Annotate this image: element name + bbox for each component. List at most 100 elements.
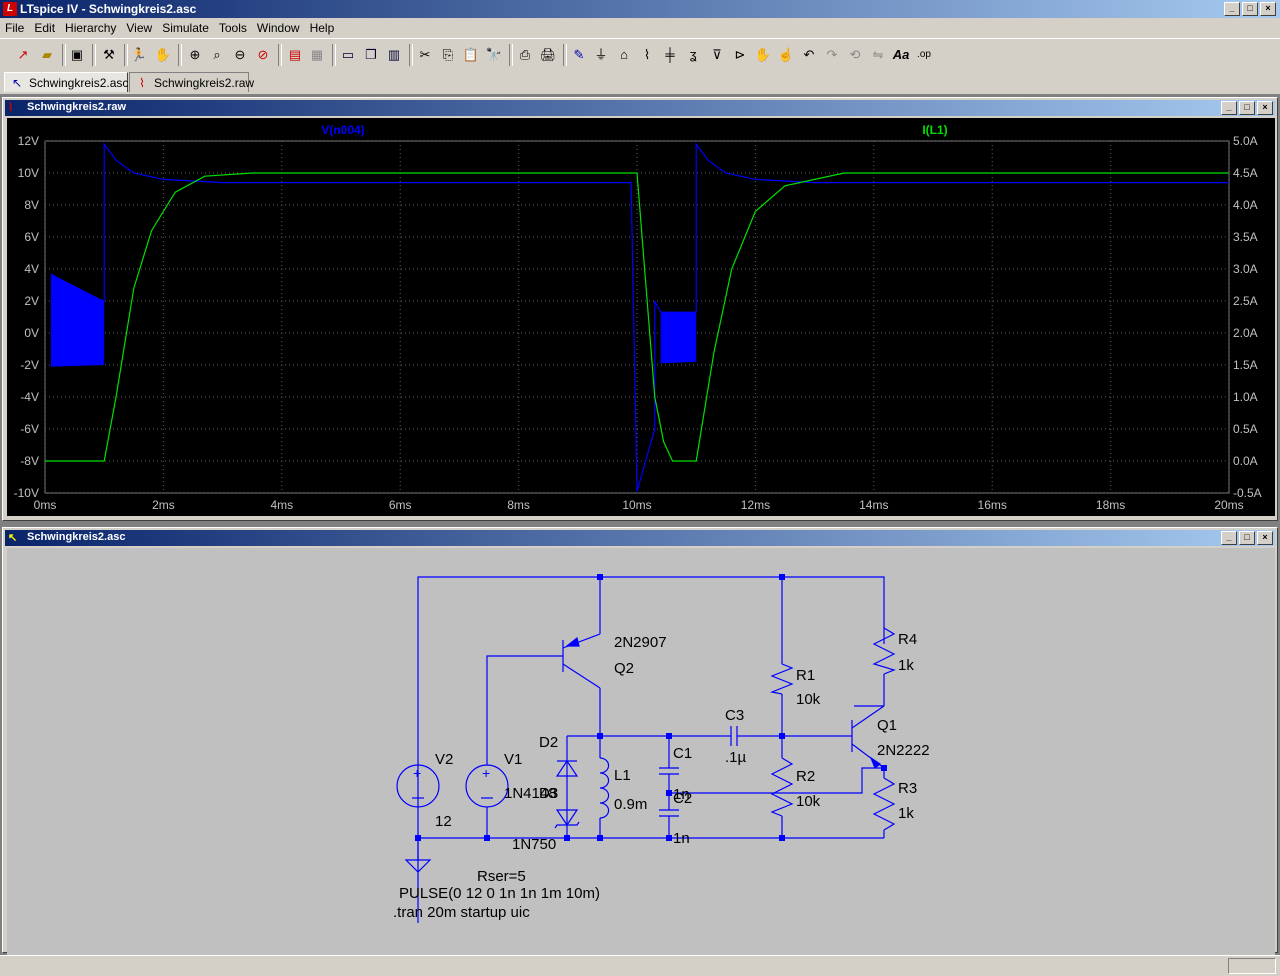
zoom-pan-icon[interactable]: ⌕	[206, 44, 228, 66]
y-left-tick-label: -8V	[20, 454, 39, 468]
paste-icon[interactable]: 📋	[460, 44, 482, 66]
c3-capacitor-symbol[interactable]	[721, 726, 747, 746]
c2-value: 1n	[673, 830, 690, 847]
toolbar-separator	[278, 44, 282, 66]
r3-resistor-symbol[interactable]	[872, 777, 896, 831]
l1-label: L1	[614, 767, 631, 784]
new-schematic-icon[interactable]: ↗	[12, 44, 34, 66]
waveform-window-title: Schwingkreis2.raw	[27, 101, 127, 113]
c3-value: .1µ	[725, 749, 747, 766]
tab-waveform[interactable]: ⌇ Schwingkreis2.raw	[129, 72, 254, 92]
mirror-icon[interactable]: ⇋	[867, 44, 889, 66]
maximize-button[interactable]: □	[1239, 531, 1255, 545]
q2-label: Q2	[614, 660, 634, 677]
y-left-tick-label: -2V	[20, 358, 39, 372]
schematic-canvas[interactable]: + + 2N2907 Q2 R4 1k R1 10k C3 .1µ Q1 2N2…	[7, 548, 1275, 968]
maximize-button[interactable]: □	[1239, 101, 1255, 115]
hammer-icon[interactable]: ⚒	[98, 44, 120, 66]
app-title: LTspice IV - Schwingkreis2.asc	[20, 2, 197, 16]
close-button[interactable]: ×	[1257, 101, 1273, 115]
c2-capacitor-symbol[interactable]	[659, 809, 679, 817]
c1-capacitor-symbol[interactable]	[659, 767, 679, 775]
tile-vertical-icon[interactable]: ▥	[383, 44, 405, 66]
fit-icon[interactable]: ▦	[306, 44, 328, 66]
tab-schematic[interactable]: ↖ Schwingkreis2.asc	[4, 72, 128, 92]
autorange-icon[interactable]: ▤	[284, 44, 306, 66]
waveform-chart[interactable]: 0ms 2ms 4ms 6ms 8ms 10ms 12ms 14ms 16ms 18ms 20ms …	[7, 118, 1275, 516]
menu-view[interactable]: View	[121, 21, 157, 35]
y-right-tick-label: 2.5A	[1233, 294, 1258, 308]
drag-icon[interactable]: ☝	[775, 44, 797, 66]
close-button[interactable]: ×	[1257, 531, 1273, 545]
r2-resistor-symbol[interactable]	[770, 757, 794, 817]
tran-directive[interactable]: .tran 20m startup uic	[393, 904, 530, 921]
waveform-window: ⌇ Schwingkreis2.raw _ □ × 0ms 2ms 4ms 6ms 8m…	[2, 97, 1278, 521]
trace-label-vn004[interactable]: V(n004)	[321, 123, 364, 137]
menu-window[interactable]: Window	[252, 21, 305, 35]
l1-inductor-symbol[interactable]	[599, 757, 610, 819]
zoom-out-icon[interactable]: ⊖	[229, 44, 251, 66]
y-left-tick-label: 10V	[18, 166, 39, 180]
y-right-tick-label: -0.5A	[1233, 486, 1262, 500]
minimize-button[interactable]: _	[1221, 101, 1237, 115]
menu-hierarchy[interactable]: Hierarchy	[60, 21, 121, 35]
spice-directive-icon[interactable]: .op	[913, 44, 935, 66]
menu-tools[interactable]: Tools	[214, 21, 252, 35]
maximize-button[interactable]: □	[1242, 2, 1258, 16]
minimize-button[interactable]: _	[1224, 2, 1240, 16]
minimize-button[interactable]: _	[1221, 531, 1237, 545]
tile-horizontal-icon[interactable]: ▭	[337, 44, 359, 66]
r1-resistor-symbol[interactable]	[769, 663, 794, 695]
v2-label: V2	[435, 751, 453, 768]
close-button[interactable]: ×	[1260, 2, 1276, 16]
component-icon[interactable]: ⊳	[729, 44, 751, 66]
zoom-fit-icon[interactable]: ⊘	[252, 44, 274, 66]
schematic-window-title-bar: ↖ Schwingkreis2.asc _ □ ×	[5, 530, 1275, 546]
ground-icon[interactable]: ⏚	[590, 44, 612, 66]
zoom-in-icon[interactable]: ⊕	[184, 44, 206, 66]
menu-file[interactable]: File	[0, 21, 29, 35]
y-left-tick-label: -4V	[20, 390, 39, 404]
y-right-tick-label: 0.0A	[1233, 454, 1258, 468]
resistor-icon[interactable]: ⌇	[636, 44, 658, 66]
y-left-axis-ticks: 12V 10V 8V 6V 4V 2V 0V -2V -4V -6V -8V -10V	[14, 134, 39, 500]
cascade-icon[interactable]: ❐	[360, 44, 382, 66]
save-icon[interactable]: ▣	[66, 44, 88, 66]
x-tick-label: 8ms	[507, 498, 530, 512]
halt-icon[interactable]: ✋	[152, 44, 174, 66]
move-icon[interactable]: ✋	[752, 44, 774, 66]
label-net-icon[interactable]: ⌂	[613, 44, 635, 66]
cut-icon[interactable]: ✂	[414, 44, 436, 66]
text-icon[interactable]: Aa	[890, 44, 912, 66]
copy-icon[interactable]: ⎘	[437, 44, 459, 66]
open-icon[interactable]: ▰	[36, 44, 58, 66]
waveform-plot-area[interactable]: 0ms 2ms 4ms 6ms 8ms 10ms 12ms 14ms 16ms 18ms 20ms …	[7, 118, 1275, 516]
r1-label: R1	[796, 667, 815, 684]
schematic-drawing[interactable]: + + 2N2907 Q2 R4 1k R1 10k C3 .1µ Q1 2N2…	[7, 548, 1275, 948]
menu-edit[interactable]: Edit	[29, 21, 60, 35]
x-tick-label: 2ms	[152, 498, 175, 512]
capacitor-icon[interactable]: ╪	[659, 44, 681, 66]
inductor-icon[interactable]: ʓ	[682, 44, 704, 66]
x-tick-label: 10ms	[622, 498, 651, 512]
trace-label-il1[interactable]: I(L1)	[922, 123, 947, 137]
q2-transistor-symbol[interactable]	[562, 633, 601, 689]
rotate-icon[interactable]: ⟲	[844, 44, 866, 66]
run-icon[interactable]: 🏃	[128, 44, 150, 66]
undo-icon[interactable]: ↶	[798, 44, 820, 66]
c1-label: C1	[673, 745, 692, 762]
diode-icon[interactable]: ⊽	[706, 44, 728, 66]
redo-icon[interactable]: ↷	[821, 44, 843, 66]
y-right-tick-label: 4.0A	[1233, 198, 1258, 212]
y-left-tick-label: 12V	[18, 134, 39, 148]
r2-value: 10k	[796, 793, 821, 810]
print-setup-icon[interactable]: ⎙	[514, 44, 536, 66]
y-left-tick-label: 6V	[24, 230, 39, 244]
menu-help[interactable]: Help	[305, 21, 340, 35]
wire-icon[interactable]: ✎	[568, 44, 590, 66]
x-tick-label: 0ms	[34, 498, 57, 512]
menu-simulate[interactable]: Simulate	[157, 21, 214, 35]
find-icon[interactable]: 🔭	[483, 44, 505, 66]
v1-source-symbol[interactable]: +	[465, 758, 509, 838]
print-icon[interactable]: 🖨	[537, 44, 559, 66]
